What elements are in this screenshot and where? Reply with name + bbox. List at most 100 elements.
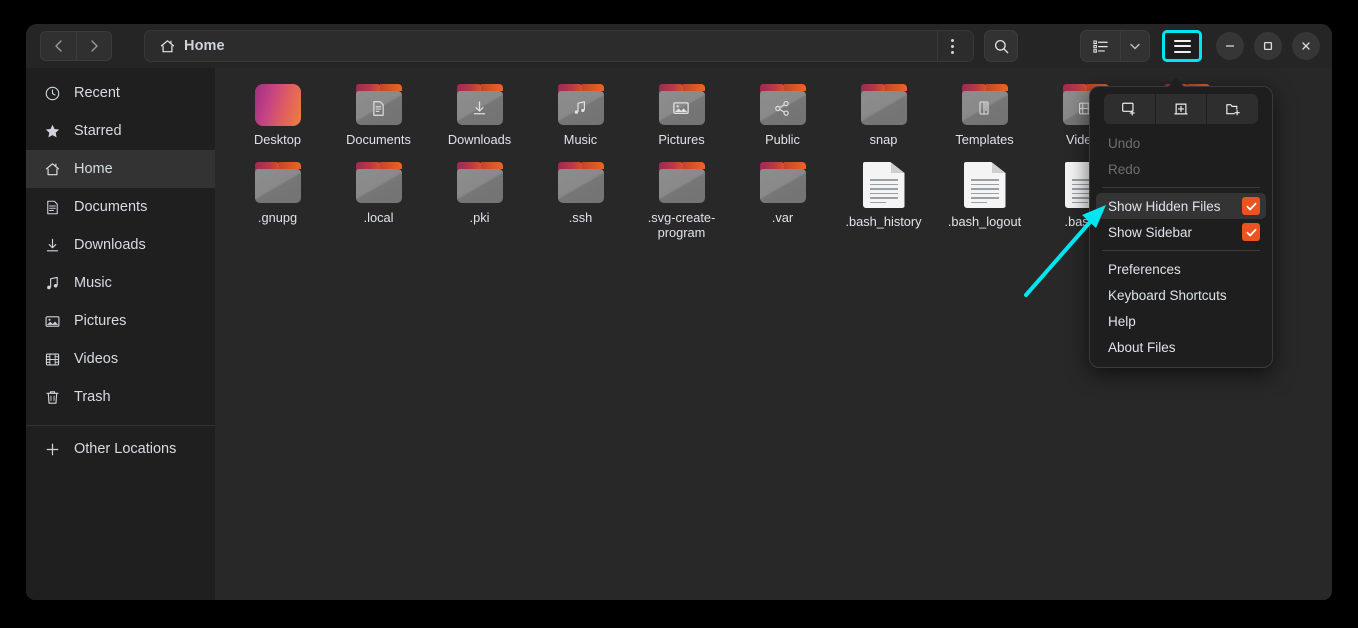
new-window-button[interactable] <box>1104 94 1156 124</box>
file-item[interactable]: Templates <box>934 78 1035 156</box>
file-item[interactable]: .pki <box>429 156 530 244</box>
new-folder-icon <box>1225 104 1240 116</box>
sidebar-item-other-locations[interactable]: Other Locations <box>26 430 215 468</box>
back-button[interactable] <box>40 31 76 61</box>
checkbox-checked[interactable] <box>1242 223 1260 241</box>
home-icon <box>44 161 61 178</box>
forward-button[interactable] <box>76 31 112 61</box>
sidebar-item-videos[interactable]: Videos <box>26 340 215 378</box>
file-item[interactable]: .local <box>328 156 429 244</box>
minimize-button[interactable] <box>1216 32 1244 60</box>
file-item[interactable]: Pictures <box>631 78 732 156</box>
check-icon <box>1246 202 1256 210</box>
sidebar-item-label: Starred <box>74 123 122 139</box>
sidebar-item-recent[interactable]: Recent <box>26 74 215 112</box>
file-item[interactable]: Downloads <box>429 78 530 156</box>
checkbox-checked[interactable] <box>1242 197 1260 215</box>
chevron-left-icon <box>54 40 62 52</box>
menu-item-show-hidden-files[interactable]: Show Hidden Files <box>1096 193 1266 219</box>
navigation-buttons <box>40 31 112 61</box>
file-label: Desktop <box>254 132 301 147</box>
file-item[interactable]: Desktop <box>227 78 328 156</box>
file-item[interactable]: .bash_history <box>833 156 934 244</box>
file-item[interactable]: Documents <box>328 78 429 156</box>
folder-icon <box>456 162 504 204</box>
main-menu-button[interactable] <box>1162 30 1202 62</box>
sidebar-item-trash[interactable]: Trash <box>26 378 215 416</box>
menu-item-undo[interactable]: Undo <box>1096 130 1266 156</box>
sidebar-item-home[interactable]: Home <box>26 150 215 188</box>
menu-item-about-files[interactable]: About Files <box>1096 334 1266 360</box>
hamburger-icon <box>1173 36 1191 56</box>
close-button[interactable] <box>1292 32 1320 60</box>
search-button[interactable] <box>984 30 1018 62</box>
plus-icon <box>44 441 61 458</box>
file-label: Documents <box>346 132 411 147</box>
menu-item-label: Show Sidebar <box>1108 224 1193 240</box>
folder-icon <box>557 84 605 126</box>
menu-item-label: About Files <box>1108 339 1176 355</box>
file-label: .svg-create-program <box>647 210 716 240</box>
sidebar-item-documents[interactable]: Documents <box>26 188 215 226</box>
file-item[interactable]: .gnupg <box>227 156 328 244</box>
file-label: .local <box>363 210 394 225</box>
breadcrumb-label: Home <box>184 38 225 54</box>
file-label: Pictures <box>658 132 705 147</box>
search-icon <box>994 39 1008 53</box>
file-item[interactable]: .svg-create-program <box>631 156 732 244</box>
menu-item-redo[interactable]: Redo <box>1096 156 1266 182</box>
menu-item-show-sidebar[interactable]: Show Sidebar <box>1096 219 1266 245</box>
file-label: Music <box>563 132 598 147</box>
close-icon <box>1302 42 1310 50</box>
dot <box>951 50 954 54</box>
menu-item-help[interactable]: Help <box>1096 308 1266 334</box>
file-label: .var <box>771 210 794 225</box>
maximize-button[interactable] <box>1254 32 1282 60</box>
file-item[interactable]: .var <box>732 156 833 244</box>
header-bar: Home <box>26 24 1332 68</box>
sidebar-item-pictures[interactable]: Pictures <box>26 302 215 340</box>
file-label: Templates <box>955 132 1014 147</box>
menu-item-label: Help <box>1108 313 1136 329</box>
sidebar-item-downloads[interactable]: Downloads <box>26 226 215 264</box>
home-icon <box>160 39 175 52</box>
sidebar-item-starred[interactable]: Starred <box>26 112 215 150</box>
file-item[interactable]: .bash_logout <box>934 156 1035 244</box>
breadcrumb-home[interactable]: Home <box>151 33 233 59</box>
list-view-button[interactable] <box>1080 30 1120 62</box>
folder-icon <box>557 162 605 204</box>
folder-icon <box>355 84 403 126</box>
file-item[interactable]: snap <box>833 78 934 156</box>
file-label: Downloads <box>447 132 512 147</box>
menu-item-label: Show Hidden Files <box>1108 198 1221 214</box>
sidebar-item-music[interactable]: Music <box>26 264 215 302</box>
document-file-icon <box>862 162 905 208</box>
file-item[interactable]: Music <box>530 78 631 156</box>
path-options-button[interactable] <box>937 31 967 61</box>
list-view-icon <box>1093 40 1108 53</box>
menu-divider <box>1102 250 1260 251</box>
folder-icon <box>759 84 807 126</box>
menu-item-preferences[interactable]: Preferences <box>1096 256 1266 282</box>
new-tab-button[interactable] <box>1155 94 1208 124</box>
view-options-button[interactable] <box>1120 30 1150 62</box>
file-label: .bash_logout <box>947 214 1022 229</box>
document-file-icon <box>963 162 1006 208</box>
file-item[interactable]: Public <box>732 78 833 156</box>
check-icon <box>1246 228 1256 236</box>
folder-icon <box>254 162 302 204</box>
sidebar-item-label: Pictures <box>74 313 127 329</box>
file-item[interactable]: .ssh <box>530 156 631 244</box>
menu-item-keyboard-shortcuts[interactable]: Keyboard Shortcuts <box>1096 282 1266 308</box>
desktop-folder-icon <box>254 84 301 126</box>
path-bar[interactable]: Home <box>144 30 974 62</box>
sidebar-item-label: Other Locations <box>74 441 177 457</box>
sidebar: Recent Starred Home Documents Downloads … <box>26 68 215 600</box>
maximize-icon <box>1263 41 1273 51</box>
file-label: .gnupg <box>257 210 298 225</box>
image-icon <box>658 91 705 125</box>
folder-icon <box>658 84 706 126</box>
chevron-right-icon <box>91 40 98 52</box>
menu-divider <box>1102 187 1260 188</box>
new-folder-button[interactable] <box>1207 94 1259 124</box>
